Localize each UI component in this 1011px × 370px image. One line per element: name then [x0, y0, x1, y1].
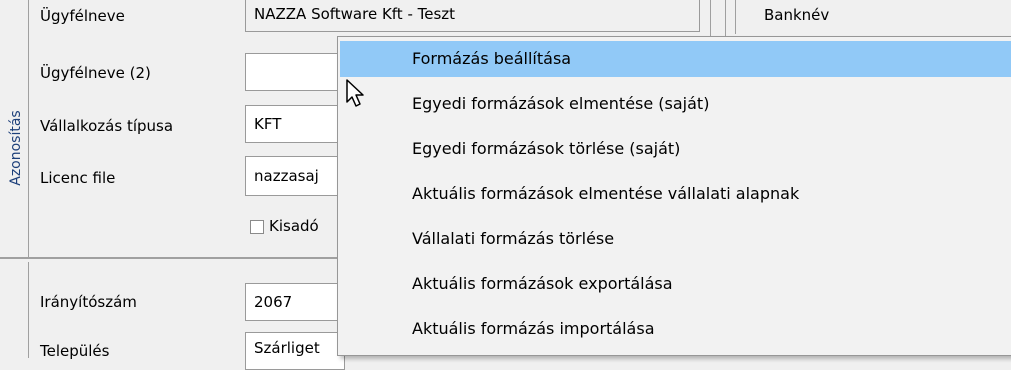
label-ugyfelneve: Ügyfélneve: [40, 7, 125, 25]
vallalkozas-tipusa-field[interactable]: KFT: [245, 105, 345, 143]
menu-item-formazas-beallitasa[interactable]: Formázás beállítása: [340, 41, 1011, 77]
banknev-column-header: Banknév: [735, 0, 1011, 34]
iranyitoszam-field[interactable]: 2067: [245, 283, 345, 321]
group-tab-label: Azonosítás: [8, 110, 24, 186]
context-menu: Formázás beállítása Egyedi formázások el…: [337, 36, 1011, 356]
banknev-header-label: Banknév: [764, 6, 830, 24]
menu-item-egyedi-formazasok-torlese[interactable]: Egyedi formázások törlése (saját): [340, 131, 1011, 167]
grid-separator: [710, 0, 711, 36]
menu-item-egyedi-formazasok-elmentese[interactable]: Egyedi formázások elmentése (saját): [340, 86, 1011, 122]
ugyfelneve-field[interactable]: NAZZA Software Kft - Teszt: [245, 0, 700, 32]
kisado-checkbox-label: Kisadó: [269, 217, 319, 235]
mouse-pointer-icon: [346, 79, 364, 107]
menu-item-aktualis-exportalasa[interactable]: Aktuális formázások exportálása: [340, 266, 1011, 302]
label-telepules: Település: [40, 342, 110, 360]
licenc-file-field[interactable]: nazzasaj: [245, 156, 345, 196]
menu-item-aktualis-importalasa[interactable]: Aktuális formázás importálása: [340, 311, 1011, 347]
label-iranyitoszam: Irányítószám: [40, 293, 137, 311]
label-licenc-file: Licenc file: [40, 169, 116, 187]
label-vallalkozas-tipusa: Vállalkozás típusa: [40, 117, 174, 135]
ugyfelneve-2-field[interactable]: [245, 53, 345, 91]
kisado-checkbox[interactable]: [250, 220, 264, 234]
label-ugyfelneve-2: Ügyfélneve (2): [40, 64, 151, 82]
telepules-field[interactable]: Szárliget: [245, 332, 345, 370]
group-tab-azonositas[interactable]: Azonosítás: [0, 0, 29, 258]
menu-item-aktualis-elmentese-vallalati[interactable]: Aktuális formázások elmentése vállalati …: [340, 176, 1011, 212]
menu-item-vallalati-formazas-torlese[interactable]: Vállalati formázás törlése: [340, 221, 1011, 257]
grid-separator: [725, 0, 726, 36]
group-tab-cim[interactable]: [0, 262, 29, 358]
